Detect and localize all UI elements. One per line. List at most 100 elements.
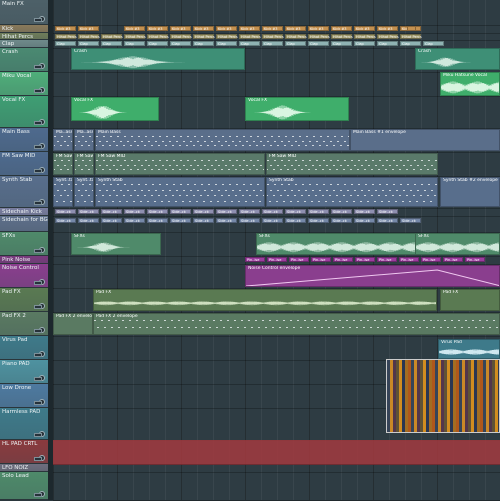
crash-clip[interactable]: Crash — [415, 48, 500, 70]
pattern-chip[interactable]: Pin..ise — [311, 257, 331, 262]
track-mute-icon[interactable] — [34, 377, 42, 381]
track-header-sfxs[interactable]: SFXs — [0, 232, 48, 256]
pattern-chip[interactable]: Hihat Percs — [400, 34, 422, 39]
pattern-chip[interactable]: Clap — [239, 41, 260, 46]
pattern-chip[interactable]: Side..ck — [400, 218, 421, 223]
pattern-chip[interactable]: Kick #3 — [147, 26, 168, 31]
track-header-low-drone[interactable]: Low Drone — [0, 384, 48, 408]
pattern-chip[interactable]: Clap — [101, 41, 122, 46]
pattern-chip[interactable]: Hihat Percs — [308, 34, 330, 39]
pad-fx-clip[interactable]: Pad FX — [93, 289, 437, 311]
track-mute-icon[interactable] — [34, 433, 42, 437]
vocal-clip[interactable]: Miku Hatsune Vocal — [440, 72, 500, 96]
fm-saw-clip[interactable]: FM Saw MID — [74, 153, 94, 175]
pattern-chip[interactable]: Hihat Percs — [377, 34, 399, 39]
pattern-chip[interactable]: Hihat Percs — [285, 34, 307, 39]
track-mute-icon[interactable] — [34, 201, 42, 205]
pattern-chip[interactable]: Hihat Percs — [216, 34, 238, 39]
track-header-clap[interactable]: Clap — [0, 40, 48, 48]
track-header-kick[interactable]: Kick — [0, 25, 48, 33]
bass-clip[interactable]: Main Bass — [95, 129, 350, 151]
bass-clip[interactable]: Ma..ass — [74, 129, 94, 151]
sfx-clip[interactable]: SFXs — [415, 233, 500, 255]
track-mute-icon[interactable] — [34, 121, 42, 125]
pattern-chip[interactable]: Side..ck — [285, 209, 306, 214]
pattern-chip[interactable]: Clap — [308, 41, 329, 46]
track-header-main-fx[interactable]: Main FX — [0, 0, 48, 25]
pattern-chip[interactable]: Side..ck — [170, 209, 191, 214]
track-mute-icon[interactable] — [34, 457, 42, 461]
bass-envelope-clip[interactable]: Main Bass #1 envelope — [350, 129, 500, 151]
track-header-noise-control[interactable]: Noise Control — [0, 264, 48, 288]
track-header-hl-pad-crtl[interactable]: HL PAD CRTL — [0, 440, 48, 464]
track-mute-icon[interactable] — [34, 401, 42, 405]
bass-clip[interactable]: Ma..ass — [53, 129, 73, 151]
pattern-chip[interactable]: Hihat Percs — [354, 34, 376, 39]
pattern-chip[interactable]: Side..ck — [354, 209, 375, 214]
pattern-chip[interactable]: Side..ck — [124, 218, 145, 223]
pattern-chip[interactable]: Side..ck — [124, 209, 145, 214]
pattern-chip[interactable]: Pin..ise — [245, 257, 265, 262]
pattern-chip[interactable]: Side..ck — [285, 218, 306, 223]
pattern-chip[interactable]: Hihat Percs — [193, 34, 215, 39]
sfx-clip[interactable]: SFXs — [71, 233, 161, 255]
noise-envelope-clip[interactable]: Noise Control envelope — [245, 265, 500, 287]
track-mute-icon[interactable] — [34, 89, 42, 93]
pattern-chip[interactable]: Kick #3 — [308, 26, 329, 31]
pad-fx2-envelope-clip[interactable]: Pad FX 2 envelope — [93, 313, 500, 335]
pattern-chip[interactable]: Pin..ise — [267, 257, 287, 262]
pattern-chip[interactable]: Side..ck — [193, 218, 214, 223]
pattern-chip[interactable]: Clap — [124, 41, 145, 46]
pattern-chip[interactable] — [407, 26, 416, 31]
pad-fx-clip[interactable]: Pad FX — [440, 289, 500, 311]
pattern-chip[interactable]: Clap — [170, 41, 191, 46]
track-header-miku-vocal[interactable]: Miku Vocal — [0, 72, 48, 96]
pattern-chip[interactable]: Side..ck — [55, 218, 76, 223]
pattern-chip[interactable]: Kick #3 — [354, 26, 375, 31]
pattern-chip[interactable]: Clap — [354, 41, 375, 46]
synth-stab-clip[interactable]: Synt..tab — [74, 177, 94, 207]
pattern-chip[interactable]: Hihat Percs — [55, 34, 77, 39]
track-header-vocal-fx[interactable]: Vocal FX — [0, 96, 48, 128]
synth-stab-clip[interactable]: Synth Stab — [95, 177, 265, 207]
vocal-fx-clip[interactable]: Vocal FX — [71, 97, 159, 121]
track-mute-icon[interactable] — [34, 65, 42, 69]
pattern-chip[interactable]: Pin..ise — [355, 257, 375, 262]
pattern-chip[interactable]: Kick #3 — [170, 26, 191, 31]
pattern-chip[interactable]: Clap — [55, 41, 76, 46]
track-header-hihat-percs[interactable]: Hihat Percs — [0, 33, 48, 40]
track-mute-icon[interactable] — [34, 281, 42, 285]
track-header-pad-fx[interactable]: Pad FX — [0, 288, 48, 312]
pattern-chip[interactable]: Side..ck — [78, 218, 99, 223]
pattern-chip[interactable]: Kick #3 — [262, 26, 283, 31]
synth-stab-clip[interactable]: Synt..tab — [53, 177, 73, 207]
pattern-chip[interactable]: Pin..ise — [421, 257, 441, 262]
pattern-chip[interactable]: Hihat Percs — [101, 34, 123, 39]
pattern-chip[interactable]: Kick #3 — [216, 26, 237, 31]
pattern-chip[interactable]: Side..ck — [147, 218, 168, 223]
pattern-chip[interactable]: Clap — [331, 41, 352, 46]
pattern-chip[interactable]: Pin..ise — [399, 257, 419, 262]
track-header-fm-saw-mid[interactable]: FM Saw MID — [0, 152, 48, 176]
pattern-chip[interactable]: Kick #3 — [239, 26, 260, 31]
pattern-chip[interactable]: Pin..ise — [443, 257, 463, 262]
pattern-chip[interactable]: Clap — [377, 41, 398, 46]
synth-stab-clip[interactable]: Synth Stab — [266, 177, 438, 207]
pattern-chip[interactable]: Clap — [423, 41, 444, 46]
track-header-sidechain-for-bgm[interactable]: Sidechain for BGM — [0, 216, 48, 232]
track-mute-icon[interactable] — [34, 353, 42, 357]
track-header-piano-pad[interactable]: Piano PAD — [0, 360, 48, 384]
fm-saw-clip[interactable]: FM Saw MID — [266, 153, 438, 175]
pattern-chip[interactable]: Clap — [262, 41, 283, 46]
pad-fx2-envelope-clip[interactable]: Pad FX 2 envelope — [53, 313, 93, 335]
pattern-chip[interactable]: Side..ck — [170, 218, 191, 223]
pattern-chip[interactable]: Pin..ise — [333, 257, 353, 262]
pattern-chip[interactable]: Pin..ise — [465, 257, 485, 262]
pattern-chip[interactable]: Hihat Percs — [331, 34, 353, 39]
pattern-chip[interactable]: Clap — [400, 41, 421, 46]
pattern-chip[interactable]: Side..ck — [216, 218, 237, 223]
pattern-chip[interactable]: Clap — [216, 41, 237, 46]
track-header-harmless-pad[interactable]: Harmless PAD — [0, 408, 48, 440]
pattern-chip[interactable]: Side..ck — [331, 209, 352, 214]
vocal-fx-clip[interactable]: Vocal FX — [245, 97, 349, 121]
